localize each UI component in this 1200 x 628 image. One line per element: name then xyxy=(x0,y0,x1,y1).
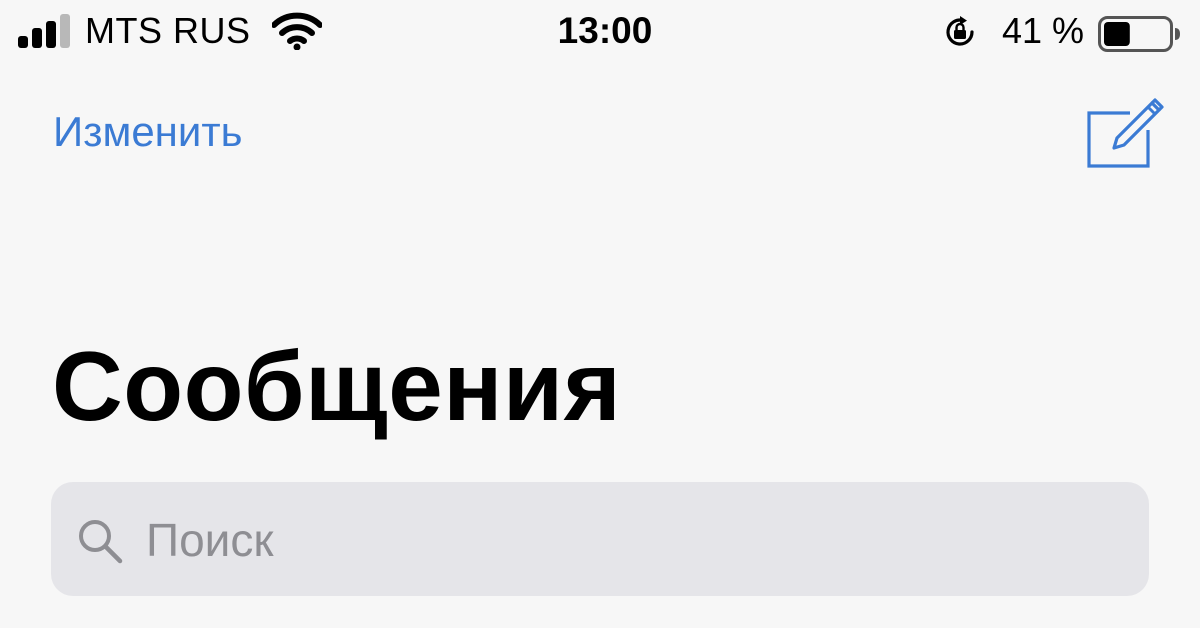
search-icon xyxy=(79,520,123,564)
page-title: Сообщения xyxy=(52,331,622,441)
carrier-name: MTS RUS xyxy=(85,10,251,51)
rotation-lock-icon xyxy=(946,16,974,46)
battery-icon xyxy=(1098,16,1180,52)
wifi-icon xyxy=(272,12,322,50)
signal-bar xyxy=(46,21,56,48)
signal-icon xyxy=(18,14,74,48)
battery-level-fill xyxy=(1104,22,1130,46)
signal-bar xyxy=(18,36,28,48)
search-placeholder: Поиск xyxy=(146,514,274,566)
compose-icon[interactable] xyxy=(1084,94,1164,174)
edit-button[interactable]: Изменить xyxy=(53,108,242,156)
signal-bar xyxy=(60,14,70,48)
search-input[interactable]: Поиск xyxy=(51,482,1149,596)
status-time: 13:00 xyxy=(557,10,653,51)
messages-screen: MTS RUS 13:00 41 % Изменить Сообщения По… xyxy=(0,0,1200,628)
signal-bar xyxy=(32,28,42,48)
status-bar: MTS RUS 13:00 41 % xyxy=(0,0,1200,70)
battery-percentage: 41 % xyxy=(1002,10,1085,51)
